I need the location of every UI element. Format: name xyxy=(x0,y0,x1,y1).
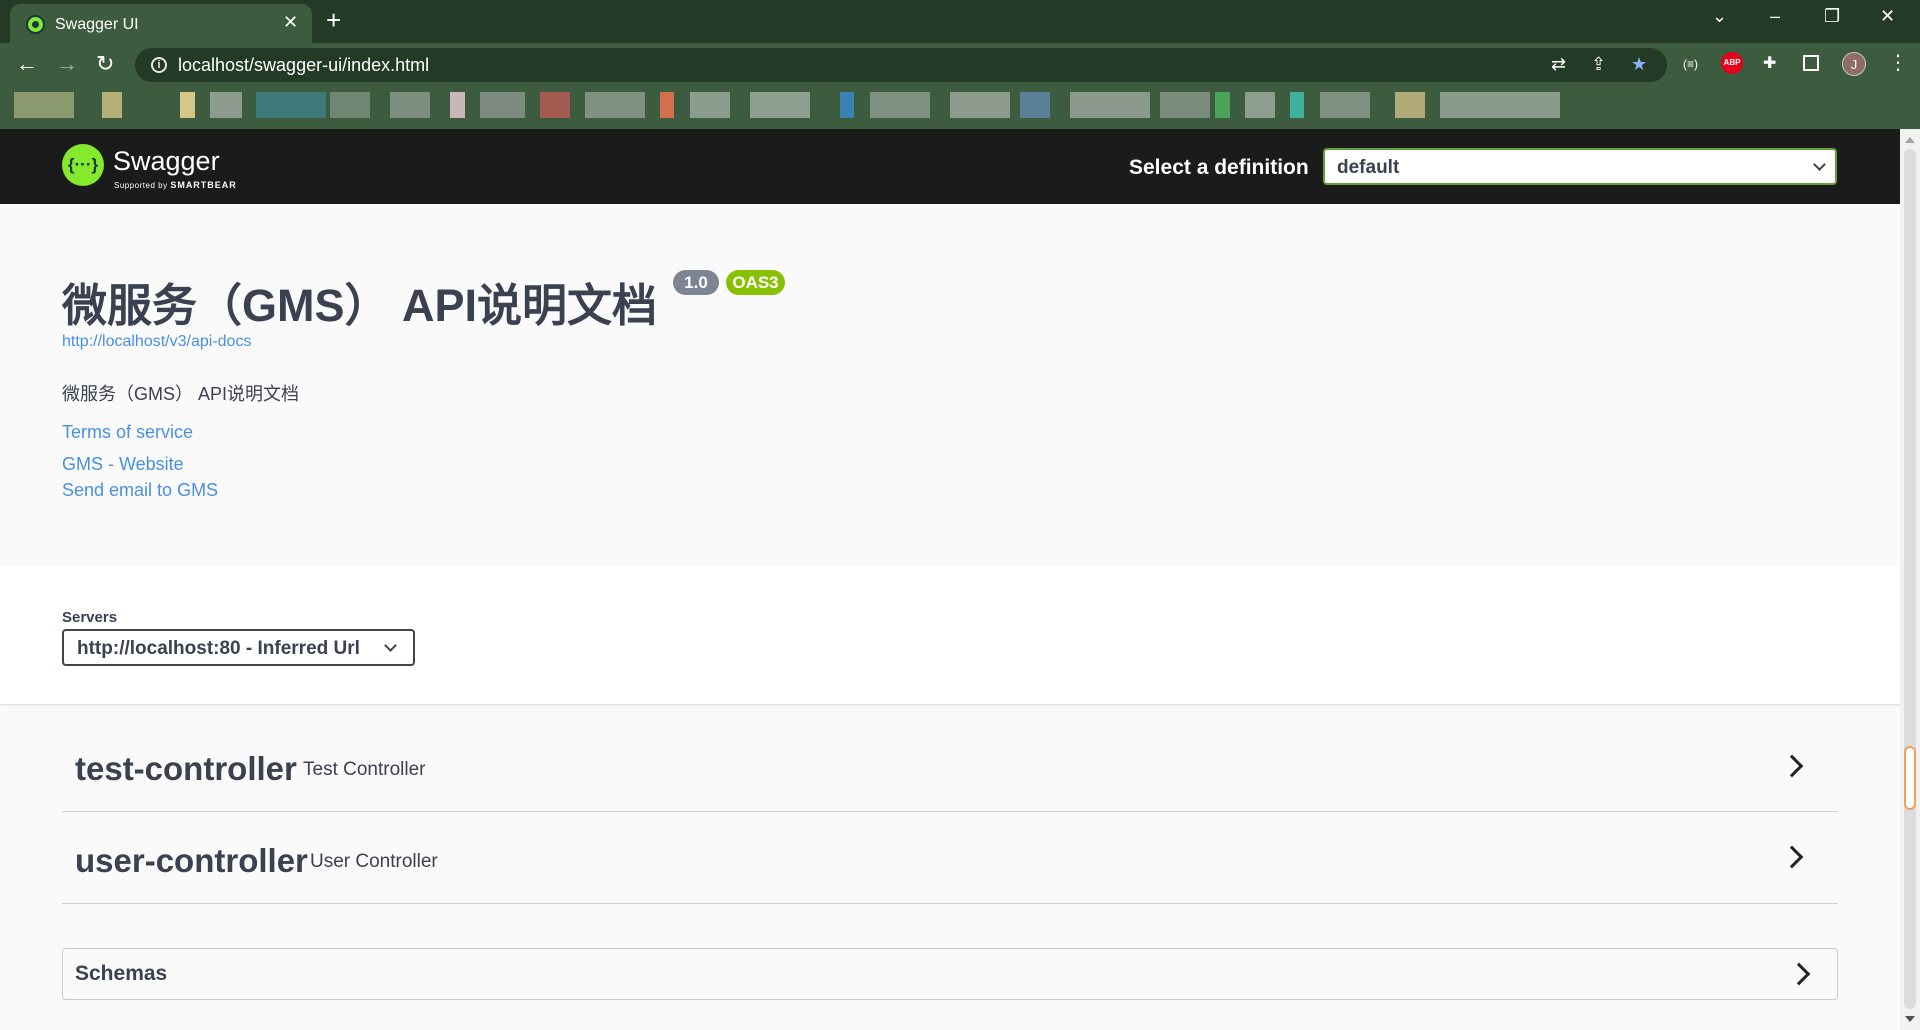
api-docs-link[interactable]: http://localhost/v3/api-docs xyxy=(62,333,251,351)
bookmark-item[interactable] xyxy=(210,92,242,118)
tag-description: User Controller xyxy=(310,851,438,872)
schemas-section[interactable]: Schemas xyxy=(62,948,1838,1000)
bookmark-item[interactable] xyxy=(1020,92,1050,118)
site-info-icon[interactable]: i xyxy=(151,57,167,73)
chevron-down-icon xyxy=(1813,158,1826,171)
chevron-right-icon[interactable] xyxy=(1787,962,1811,986)
bookmark-item[interactable] xyxy=(1245,92,1275,118)
smartbear-brand: SMARTBEAR xyxy=(170,180,237,190)
browser-toolbar: ← → ↻ i localhost/swagger-ui/index.html … xyxy=(0,43,1920,87)
new-tab-button[interactable]: + xyxy=(326,5,341,36)
servers-section: Servers http://localhost:80 - Inferred U… xyxy=(0,566,1900,704)
extensions-puzzle-icon[interactable]: ✚ xyxy=(1763,53,1776,73)
bookmark-item[interactable] xyxy=(1160,92,1210,118)
bookmark-item[interactable] xyxy=(840,92,854,118)
swagger-favicon-icon xyxy=(26,15,45,34)
definition-select[interactable]: default xyxy=(1323,148,1837,185)
bookmark-item[interactable] xyxy=(660,92,674,118)
restore-window-button[interactable]: ❐ xyxy=(1824,6,1840,27)
email-link[interactable]: Send email to GMS xyxy=(62,480,218,501)
chevron-right-icon[interactable] xyxy=(1780,754,1804,778)
bookmark-item[interactable] xyxy=(102,92,122,118)
bookmark-item[interactable] xyxy=(480,92,525,118)
chevron-right-icon[interactable] xyxy=(1780,845,1804,869)
tag-name: test-controller xyxy=(75,750,297,787)
scroll-thumb[interactable] xyxy=(1904,746,1916,810)
oas-badge: OAS3 xyxy=(726,270,785,295)
servers-select[interactable]: http://localhost:80 - Inferred Url xyxy=(62,629,415,666)
address-bar[interactable]: i localhost/swagger-ui/index.html ⇄ ⇪ ★ xyxy=(135,48,1667,82)
bookmark-item[interactable] xyxy=(14,92,74,118)
profile-avatar[interactable]: J xyxy=(1842,52,1866,76)
bookmark-item[interactable] xyxy=(256,92,326,118)
servers-select-value: http://localhost:80 - Inferred Url xyxy=(77,638,360,659)
bookmark-item[interactable] xyxy=(950,92,1010,118)
schemas-title: Schemas xyxy=(75,962,168,985)
select-definition-label: Select a definition xyxy=(1129,156,1309,179)
browser-menu-icon[interactable]: ⋮ xyxy=(1888,50,1908,75)
terms-of-service-link[interactable]: Terms of service xyxy=(62,422,193,443)
api-info-section: 微服务（GMS） API说明文档 1.0 OAS3 http://localho… xyxy=(0,204,1900,566)
api-description: 微服务（GMS） API说明文档 xyxy=(62,384,300,404)
extension-icon[interactable]: (≡) xyxy=(1683,57,1698,71)
swagger-logo-text[interactable]: Swagger xyxy=(113,146,220,177)
bookmark-item[interactable] xyxy=(1440,92,1560,118)
scroll-down-arrow-icon[interactable] xyxy=(1905,1016,1915,1022)
tag-test-controller[interactable]: test-controller Test Controller xyxy=(62,720,1838,812)
tag-user-controller[interactable]: user-controller User Controller xyxy=(62,812,1838,904)
bookmark-item[interactable] xyxy=(450,92,465,118)
bookmark-item[interactable] xyxy=(1395,92,1425,118)
bookmark-star-icon[interactable]: ★ xyxy=(1631,54,1647,75)
page-scrollbar[interactable] xyxy=(1900,129,1920,1030)
bookmark-item[interactable] xyxy=(330,92,370,118)
servers-label: Servers xyxy=(62,609,118,626)
bookmark-item[interactable] xyxy=(690,92,730,118)
bookmark-item[interactable] xyxy=(1290,92,1304,118)
minimize-window-button[interactable]: – xyxy=(1770,6,1780,27)
bookmark-item[interactable] xyxy=(390,92,430,118)
close-tab-icon[interactable]: ✕ xyxy=(283,12,298,33)
bookmark-item[interactable] xyxy=(1215,92,1230,118)
tag-description: Test Controller xyxy=(303,759,426,780)
translate-icon[interactable]: ⇄ xyxy=(1551,54,1566,75)
forward-icon[interactable]: → xyxy=(56,51,78,77)
definition-select-value: default xyxy=(1337,157,1400,178)
scroll-up-arrow-icon[interactable] xyxy=(1905,137,1915,143)
supported-by-text: Supported by SMARTBEAR xyxy=(114,180,237,190)
close-window-button[interactable]: ✕ xyxy=(1880,6,1895,27)
bookmark-item[interactable] xyxy=(1320,92,1370,118)
share-icon[interactable]: ⇪ xyxy=(1591,54,1606,75)
bookmarks-bar xyxy=(0,87,1920,129)
tab-search-dropdown-icon[interactable]: ⌄ xyxy=(1712,6,1727,27)
supported-by-prefix: Supported by xyxy=(114,181,171,190)
bookmark-item[interactable] xyxy=(1070,92,1150,118)
version-badge: 1.0 xyxy=(673,270,719,295)
swagger-topbar: {···} Swagger Supported by SMARTBEAR Sel… xyxy=(0,129,1900,204)
reload-icon[interactable]: ↻ xyxy=(96,51,114,77)
swagger-logo-icon[interactable]: {···} xyxy=(62,144,104,186)
bookmark-item[interactable] xyxy=(870,92,930,118)
back-icon[interactable]: ← xyxy=(16,51,38,77)
side-panel-icon[interactable] xyxy=(1803,55,1819,71)
browser-tab-strip: Swagger UI ✕ + ⌄ – ❐ ✕ xyxy=(0,0,1920,43)
chevron-down-icon xyxy=(384,639,397,652)
bookmark-item[interactable] xyxy=(180,92,195,118)
url-text[interactable]: localhost/swagger-ui/index.html xyxy=(178,55,429,76)
adblock-icon[interactable]: ABP xyxy=(1721,52,1743,74)
api-title: 微服务（GMS） API说明文档 xyxy=(62,280,658,331)
tab-title: Swagger UI xyxy=(55,16,139,33)
scroll-track[interactable] xyxy=(1904,149,1916,1009)
browser-tab[interactable]: Swagger UI ✕ xyxy=(10,4,312,43)
tag-name: user-controller xyxy=(75,842,308,879)
bookmark-item[interactable] xyxy=(540,92,570,118)
bookmark-item[interactable] xyxy=(750,92,810,118)
bookmark-item[interactable] xyxy=(585,92,645,118)
website-link[interactable]: GMS - Website xyxy=(62,454,184,475)
